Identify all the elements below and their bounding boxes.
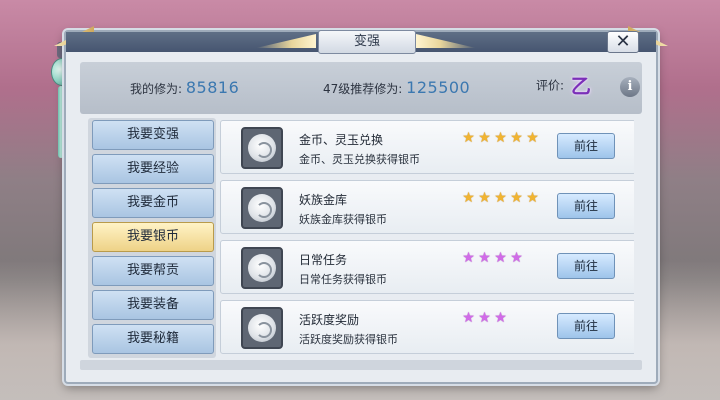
my-cultivation-value: 85816 — [185, 78, 240, 97]
close-icon[interactable]: ✕ — [607, 31, 639, 53]
swirl-orb-icon — [241, 247, 283, 289]
panel-bottom-strip — [80, 360, 642, 370]
star-icon: ★ — [494, 190, 508, 206]
go-button[interactable]: 前往 — [557, 133, 615, 159]
sidebar-item-contribution[interactable]: 我要帮贡 — [92, 256, 214, 286]
recommended-cultivation-value: 125500 — [406, 78, 471, 97]
sidebar-item-silver[interactable]: 我要银币 — [92, 222, 214, 252]
item-title: 金币、灵玉兑换 — [299, 133, 384, 147]
item-title: 日常任务 — [299, 253, 348, 267]
rating-label: 评价: — [536, 78, 565, 93]
star-icon: ★ — [462, 250, 476, 266]
swirl-orb-icon — [241, 307, 283, 349]
star-rating: ★ ★ ★ ★ ★ — [461, 130, 541, 146]
list-item: 日常任务 日常任务获得银币 ★ ★ ★ ★ 前往 — [220, 240, 634, 294]
star-icon: ★ — [526, 130, 540, 146]
star-icon: ★ — [462, 190, 476, 206]
star-icon: ★ — [494, 250, 508, 266]
list-item: 妖族金库 妖族金库获得银币 ★ ★ ★ ★ ★ 前往 — [220, 180, 634, 234]
sidebar-item-strengthen[interactable]: 我要变强 — [92, 120, 214, 150]
list-item: 活跃度奖励 活跃度奖励获得银币 ★ ★ ★ 前往 — [220, 300, 634, 354]
star-icon: ★ — [494, 130, 508, 146]
star-icon: ★ — [462, 130, 476, 146]
my-cultivation: 我的修为: 85816 — [130, 78, 239, 97]
recommended-cultivation: 47级推荐修为: 125500 — [323, 78, 470, 97]
sidebar-item-gold[interactable]: 我要金币 — [92, 188, 214, 218]
item-description: 金币、灵玉兑换获得银币 — [299, 153, 420, 166]
go-button[interactable]: 前往 — [557, 253, 615, 279]
star-icon: ★ — [462, 310, 476, 326]
star-icon: ★ — [478, 130, 492, 146]
item-description: 活跃度奖励获得银币 — [299, 333, 398, 346]
star-icon: ★ — [494, 310, 508, 326]
star-icon: ★ — [478, 250, 492, 266]
sidebar-item-manuals[interactable]: 我要秘籍 — [92, 324, 214, 354]
star-rating: ★ ★ ★ — [461, 310, 509, 326]
star-icon: ★ — [510, 130, 524, 146]
rating: 评价: 乙 — [536, 75, 594, 97]
list-item: 金币、灵玉兑换 金币、灵玉兑换获得银币 ★ ★ ★ ★ ★ 前往 — [220, 120, 634, 174]
star-icon: ★ — [526, 190, 540, 206]
item-description: 日常任务获得银币 — [299, 273, 387, 286]
item-title: 活跃度奖励 — [299, 313, 360, 327]
window-title: 变强 — [318, 30, 416, 54]
swirl-orb-icon — [241, 187, 283, 229]
item-description: 妖族金库获得银币 — [299, 213, 387, 226]
item-title: 妖族金库 — [299, 193, 348, 207]
recommended-cultivation-label: 47级推荐修为: — [323, 82, 403, 96]
sidebar-item-experience[interactable]: 我要经验 — [92, 154, 214, 184]
my-cultivation-label: 我的修为: — [130, 82, 183, 96]
sidebar-item-equipment[interactable]: 我要装备 — [92, 290, 214, 320]
go-button[interactable]: 前往 — [557, 313, 615, 339]
star-icon: ★ — [510, 190, 524, 206]
star-icon: ★ — [478, 310, 492, 326]
rating-grade-badge: 乙 — [570, 74, 591, 98]
star-icon: ★ — [478, 190, 492, 206]
swirl-orb-icon — [241, 127, 283, 169]
info-icon[interactable]: i — [620, 77, 640, 97]
strengthen-panel: 变强 ✕ 我的修为: 85816 47级推荐修为: 125500 评价: 乙 i… — [54, 26, 658, 384]
silver-source-list: 金币、灵玉兑换 金币、灵玉兑换获得银币 ★ ★ ★ ★ ★ 前往 妖族金库 妖族金库获得… — [220, 118, 634, 358]
star-rating: ★ ★ ★ ★ — [461, 250, 525, 266]
star-rating: ★ ★ ★ ★ ★ — [461, 190, 541, 206]
go-button[interactable]: 前往 — [557, 193, 615, 219]
category-sidebar: 我要变强 我要经验 我要金币 我要银币 我要帮贡 我要装备 我要秘籍 — [88, 118, 216, 358]
star-icon: ★ — [510, 250, 524, 266]
cultivation-header: 我的修为: 85816 47级推荐修为: 125500 评价: 乙 i — [80, 62, 642, 114]
